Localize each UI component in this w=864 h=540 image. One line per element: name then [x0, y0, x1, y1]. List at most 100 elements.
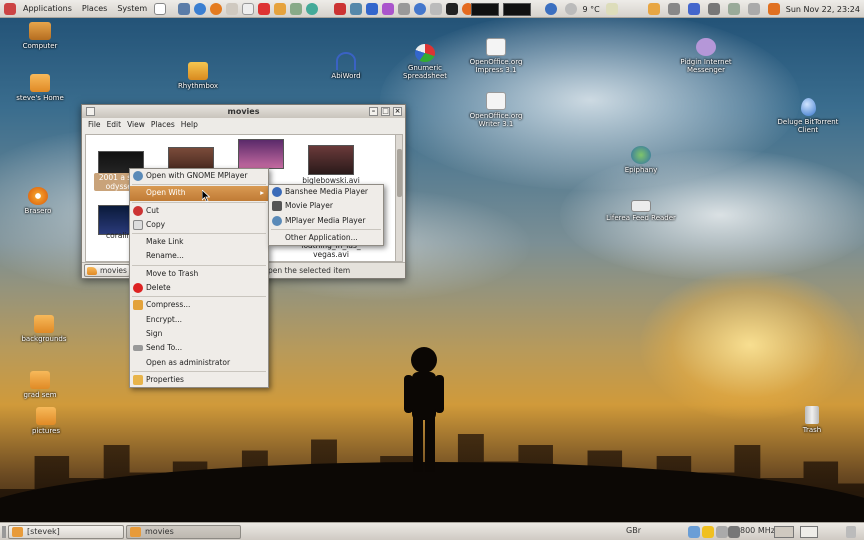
system-menu[interactable]: System — [112, 0, 152, 18]
desktop-icon-writer[interactable]: OpenOffice.org Writer 3.1 — [458, 92, 534, 128]
window-menu-button[interactable] — [86, 107, 95, 116]
desktop-icon-rhythmbox[interactable]: Rhythmbox — [160, 62, 236, 90]
printer-icon[interactable] — [747, 3, 760, 15]
taskbar-item-terminal[interactable]: [stevek] — [8, 525, 124, 539]
menu-item-compress[interactable]: Compress... — [130, 298, 268, 312]
warning-icon[interactable] — [702, 526, 714, 538]
menu-item-rename[interactable]: Rename... — [130, 249, 268, 263]
menu-item-move-to-trash[interactable]: Move to Trash — [130, 267, 268, 281]
shutdown-icon[interactable] — [767, 3, 780, 15]
network-monitor-graph[interactable] — [502, 2, 531, 16]
desktop-icon-pidgin[interactable]: Pidgin Internet Messenger — [668, 38, 744, 74]
calculator-icon[interactable] — [290, 2, 303, 15]
menu-item-open-with-gnome-mplayer[interactable]: Open with GNOME MPlayer — [130, 169, 268, 183]
desktop-icon-abiword[interactable]: AbiWord — [308, 52, 384, 80]
cpu-icon[interactable] — [728, 526, 740, 538]
tools-icon[interactable] — [334, 2, 347, 15]
minimize-button[interactable]: – — [369, 107, 378, 116]
globe-icon[interactable] — [306, 2, 319, 15]
firefox-icon[interactable] — [210, 2, 223, 15]
menu-help[interactable]: Help — [181, 118, 198, 131]
path-button-movies[interactable]: movies — [84, 264, 130, 277]
menu-file[interactable]: File — [88, 118, 101, 131]
mail-notify-icon[interactable] — [647, 3, 660, 15]
pdf-icon[interactable] — [258, 2, 271, 15]
bluetooth-icon[interactable] — [687, 3, 700, 15]
viewer-icon[interactable] — [398, 2, 411, 15]
workspace-switcher-1[interactable] — [774, 526, 794, 538]
applications-menu[interactable]: Applications — [18, 0, 77, 18]
terminal-icon[interactable] — [446, 2, 459, 15]
window-titlebar[interactable]: movies – □ × — [82, 105, 405, 118]
menu-item-cut[interactable]: Cut — [130, 204, 268, 218]
deluge-icon — [800, 98, 816, 116]
search-icon[interactable] — [226, 2, 239, 15]
monitor-icon[interactable] — [430, 2, 443, 15]
workspace-switcher-2[interactable] — [800, 526, 818, 538]
mail-icon[interactable] — [178, 2, 191, 15]
trash-applet-icon[interactable] — [846, 526, 856, 538]
clock[interactable]: Sun Nov 22, 23:24 — [786, 5, 860, 14]
launcher-icon[interactable] — [154, 2, 167, 15]
display-icon[interactable] — [605, 3, 618, 15]
close-button[interactable]: × — [393, 107, 402, 116]
dropbox-icon[interactable] — [688, 526, 700, 538]
menu-places[interactable]: Places — [151, 118, 175, 131]
media-icon[interactable] — [350, 2, 363, 15]
menu-item-make-link[interactable]: Make Link — [130, 235, 268, 249]
submenu-item-movie-player[interactable]: Movie Player — [269, 199, 383, 213]
menu-item-properties[interactable]: Properties — [130, 373, 268, 387]
weather-icon[interactable] — [564, 3, 577, 15]
update-icon[interactable] — [414, 2, 427, 15]
vertical-scrollbar[interactable] — [395, 134, 403, 262]
scrollbar-thumb[interactable] — [397, 149, 402, 197]
weather-temperature[interactable]: 9 °C — [583, 5, 600, 14]
gnome-foot-icon[interactable] — [4, 2, 16, 15]
file-thumbnail-3[interactable] — [238, 139, 284, 169]
desktop-icon-home[interactable]: steve's Home — [2, 74, 78, 102]
taskbar-item-movies[interactable]: movies — [126, 525, 241, 539]
places-menu[interactable]: Places — [77, 0, 112, 18]
menu-item-copy[interactable]: Copy — [130, 218, 268, 232]
keyboard-layout[interactable]: GBr — [626, 526, 641, 535]
boy-silhouette — [404, 347, 444, 472]
battery-icon[interactable] — [727, 3, 740, 15]
archive-icon[interactable] — [274, 2, 287, 15]
submenu-item-mplayer[interactable]: MPlayer Media Player — [269, 214, 383, 228]
top-panel: Applications Places System 9 °C Sun Nov … — [0, 0, 864, 18]
menu-item-sign[interactable]: Sign — [130, 327, 268, 341]
menu-item-send-to[interactable]: Send To... — [130, 341, 268, 355]
desktop-icon-pictures[interactable]: pictures — [8, 407, 84, 435]
menu-item-encrypt[interactable]: Encrypt... — [130, 313, 268, 327]
desktop-icon-grad-sem[interactable]: grad sem — [2, 371, 78, 399]
desktop-icon-liferea[interactable]: Liferea Feed Reader — [603, 200, 679, 222]
maximize-button[interactable]: □ — [381, 107, 390, 116]
menu-edit[interactable]: Edit — [107, 118, 122, 131]
browser-icon[interactable] — [194, 2, 207, 15]
menu-view[interactable]: View — [127, 118, 145, 131]
desktop-icon-deluge[interactable]: Deluge BitTorrent Client — [770, 98, 846, 134]
cpu-frequency[interactable]: 800 MHz — [740, 526, 775, 535]
menu-item-delete[interactable]: Delete — [130, 281, 268, 295]
volume-icon[interactable] — [707, 3, 720, 15]
desktop-icon-trash[interactable]: Trash — [774, 406, 850, 434]
network-manager-icon[interactable] — [667, 3, 680, 15]
file-thumbnail-biglebowski[interactable] — [308, 145, 354, 175]
submenu-item-banshee[interactable]: Banshee Media Player — [269, 185, 383, 199]
update-manager-icon[interactable] — [544, 3, 557, 15]
desktop-icon-brasero[interactable]: Brasero — [0, 187, 76, 215]
document-icon[interactable] — [242, 2, 255, 15]
desktop-icon-impress[interactable]: OpenOffice.org Impress 3.1 — [458, 38, 534, 74]
abiword-icon[interactable] — [366, 2, 379, 15]
chat-icon[interactable] — [382, 2, 395, 15]
desktop-icon-epiphany[interactable]: Epiphany — [603, 146, 679, 174]
desktop-icon-computer[interactable]: Computer — [2, 22, 78, 50]
system-monitor-graph[interactable] — [470, 2, 499, 16]
submenu-item-other-application[interactable]: Other Application... — [269, 231, 383, 245]
show-desktop-icon[interactable] — [2, 526, 6, 538]
menu-item-open-as-administrator[interactable]: Open as administrator — [130, 356, 268, 370]
desktop-icon-backgrounds[interactable]: backgrounds — [6, 315, 82, 343]
desktop-icon-gnumeric[interactable]: Gnumeric Spreadsheet — [387, 44, 463, 80]
applet-icon[interactable] — [716, 526, 728, 538]
menu-item-open-with[interactable]: Open With ▸ — [130, 186, 268, 201]
